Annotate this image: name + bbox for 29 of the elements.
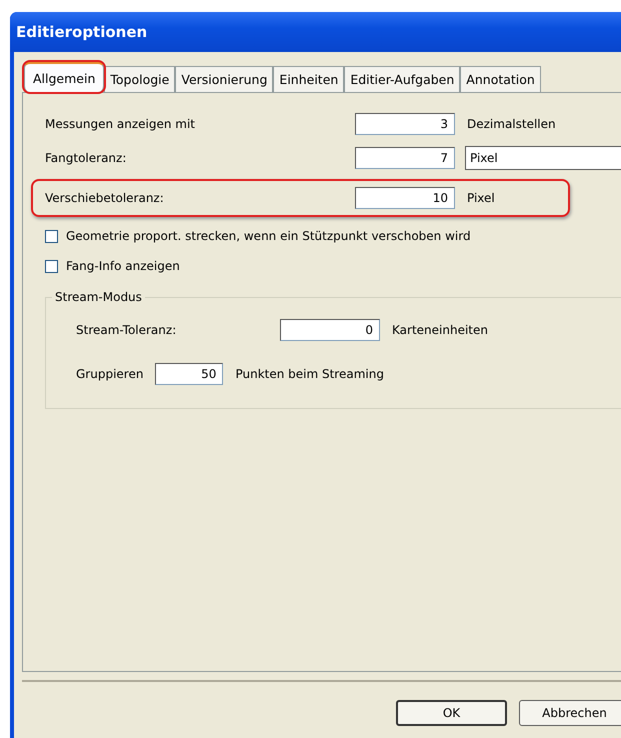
input-field[interactable]: 7 <box>355 147 455 169</box>
dialog-button[interactable]: Abbrechen <box>519 700 621 726</box>
window-title: Editieroptionen <box>16 23 148 41</box>
tab[interactable]: Einheiten <box>273 66 344 92</box>
tab[interactable]: Editier-Aufgaben <box>344 66 460 92</box>
unit-field[interactable]: Pixel <box>465 146 621 170</box>
unit-label: Karteneinheiten <box>392 323 488 337</box>
checkbox[interactable] <box>45 230 58 242</box>
unit-label: Dezimalstellen <box>467 117 556 131</box>
dialog-button[interactable]: OK <box>396 700 507 726</box>
checkbox-label: Fang-Info anzeigen <box>66 259 180 273</box>
unit-label: Punkten beim Streaming <box>235 367 384 381</box>
input-field[interactable]: 0 <box>280 319 380 341</box>
tab[interactable]: Annotation <box>460 66 541 92</box>
tab[interactable]: Versionierung <box>175 66 274 92</box>
input-field[interactable]: 50 <box>155 363 224 385</box>
checkbox[interactable] <box>45 260 58 272</box>
group-title: Stream-Modus <box>52 290 145 304</box>
input-field[interactable]: 3 <box>355 113 455 135</box>
unit-label: Pixel <box>467 191 495 205</box>
tab[interactable]: Allgemein <box>24 62 104 92</box>
field-label: Gruppieren <box>76 367 144 381</box>
field-label: Stream-Toleranz: <box>76 323 178 337</box>
input-field[interactable]: 10 <box>355 187 455 209</box>
field-label: Verschiebetoleranz: <box>45 191 165 205</box>
field-label: Messungen anzeigen mit <box>45 117 196 131</box>
tab[interactable]: Topologie <box>104 66 176 92</box>
checkbox-label: Geometrie proport. strecken, wenn ein Stützpunkt verschoben wird <box>66 229 471 243</box>
field-label: Fangtoleranz: <box>45 151 128 165</box>
